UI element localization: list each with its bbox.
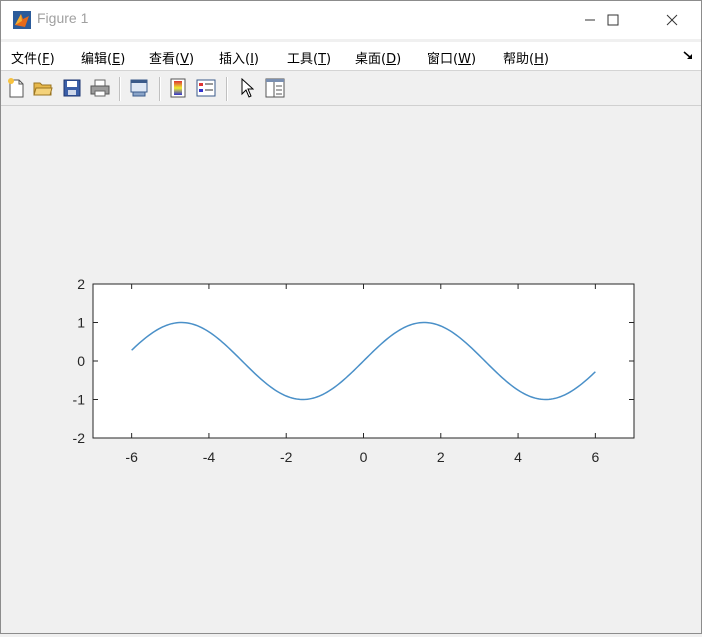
- save-icon: [63, 79, 81, 97]
- line-chart[interactable]: -6 -4 -2 0 2 4 6 2 1 0 -1 -2: [1, 106, 701, 633]
- toolbar-separator: [159, 77, 161, 101]
- colorbar-icon: [170, 78, 186, 98]
- figure-canvas[interactable]: -6 -4 -2 0 2 4 6 2 1 0 -1 -2: [1, 106, 701, 633]
- menu-tools[interactable]: 工具(T): [287, 48, 331, 67]
- maximize-icon: [607, 14, 619, 26]
- menu-bar: 文件(F) 编辑(E) 查看(V) 插入(I) 工具(T) 桌面(D) 窗口(W…: [1, 42, 701, 71]
- new-figure-icon: [8, 78, 24, 98]
- menu-window[interactable]: 窗口(W): [427, 48, 476, 67]
- print-icon: [90, 79, 110, 97]
- new-figure-button[interactable]: [5, 77, 27, 99]
- x-tick-label: 0: [360, 449, 368, 465]
- legend-button[interactable]: [195, 77, 217, 99]
- menu-insert[interactable]: 插入(I): [219, 48, 259, 67]
- legend-icon: [196, 79, 216, 97]
- close-icon: [666, 14, 678, 26]
- save-button[interactable]: [61, 77, 83, 99]
- link-plot-icon: [130, 79, 148, 97]
- title-bar[interactable]: Figure 1: [1, 1, 701, 39]
- y-tick-label: -2: [73, 430, 86, 446]
- y-tick-label: -1: [73, 392, 86, 408]
- figure-toolbar: [1, 73, 701, 106]
- property-editor-button[interactable]: [264, 77, 286, 99]
- colorbar-button[interactable]: [167, 77, 189, 99]
- toolbar-separator: [119, 77, 121, 101]
- figure-window: Figure 1 文件(F) 编辑(E) 查看(V) 插入(I) 工具(T) 桌…: [0, 0, 702, 634]
- link-plot-button[interactable]: [128, 77, 150, 99]
- y-tick-label: 0: [77, 353, 85, 369]
- x-tick-label: -6: [125, 449, 138, 465]
- x-tick-label: 6: [591, 449, 599, 465]
- x-tick-label: -4: [203, 449, 216, 465]
- open-file-icon: [33, 82, 53, 96]
- menu-help[interactable]: 帮助(H): [503, 48, 549, 67]
- menu-view[interactable]: 查看(V): [149, 48, 194, 67]
- matlab-logo-icon: [13, 11, 31, 29]
- property-editor-icon: [265, 78, 285, 98]
- close-button[interactable]: [649, 1, 695, 39]
- x-tick-label: -2: [280, 449, 293, 465]
- menu-edit[interactable]: 编辑(E): [81, 48, 125, 67]
- y-tick-label: 1: [77, 315, 85, 331]
- maximize-button[interactable]: [590, 1, 636, 39]
- print-button[interactable]: [89, 77, 111, 99]
- pointer-button[interactable]: [236, 77, 258, 99]
- dock-arrow-icon[interactable]: [683, 49, 693, 61]
- x-tick-label: 2: [437, 449, 445, 465]
- y-tick-label: 2: [77, 276, 85, 292]
- x-tick-label: 4: [514, 449, 522, 465]
- pointer-icon: [241, 78, 254, 98]
- window-title: Figure 1: [37, 10, 89, 26]
- open-file-button[interactable]: [32, 77, 54, 99]
- toolbar-separator: [226, 77, 228, 101]
- menu-file[interactable]: 文件(F): [11, 48, 55, 67]
- menu-desktop[interactable]: 桌面(D): [355, 48, 401, 67]
